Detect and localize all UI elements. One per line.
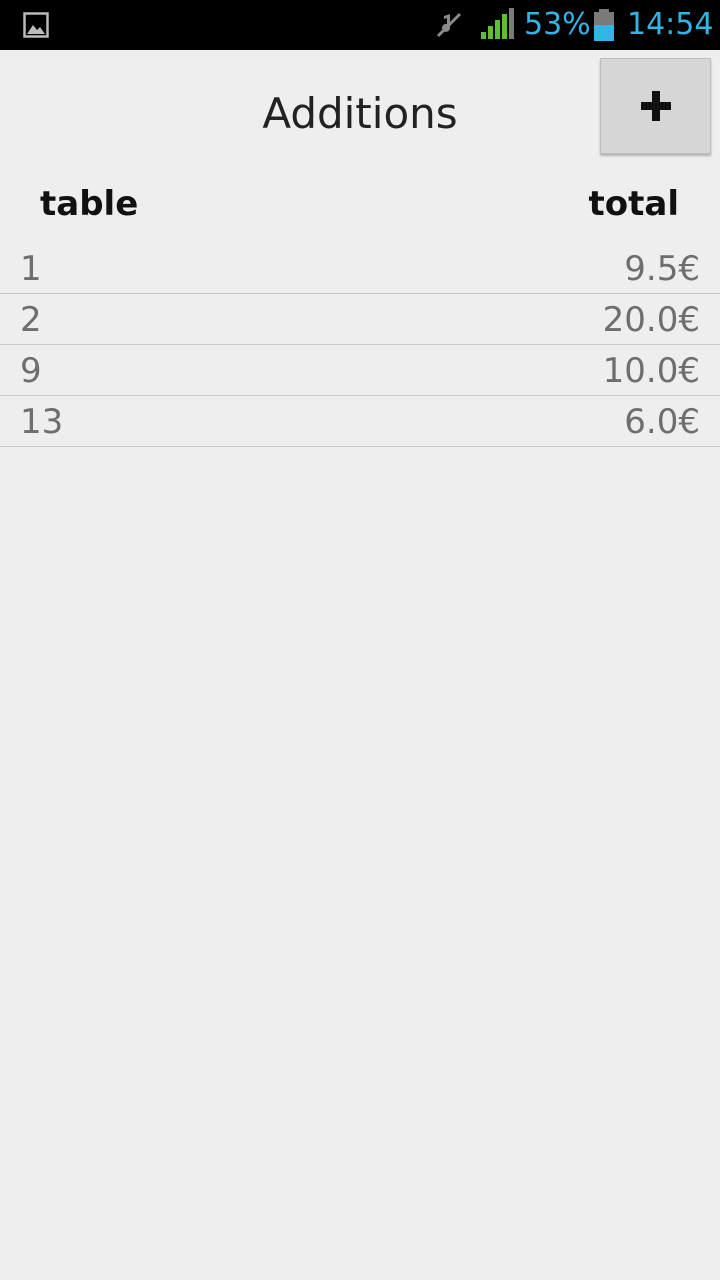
row-table-number: 13 [20,402,64,442]
table-row[interactable]: 2 20.0€ [0,294,720,345]
row-total: 10.0€ [602,351,700,391]
plus-icon [640,91,671,121]
additions-list: 1 9.5€ 2 20.0€ 9 10.0€ 13 6.0€ [0,243,720,447]
row-total: 20.0€ [602,300,700,340]
status-bar: 53% 14:54 [0,0,720,50]
row-table-number: 9 [20,351,42,391]
row-total: 9.5€ [624,249,700,289]
row-table-number: 1 [20,249,42,289]
row-table-number: 2 [20,300,42,340]
image-notification-icon [23,12,49,38]
battery-icon [594,9,614,41]
row-total: 6.0€ [624,402,700,442]
app-screen: 53% 14:54 Additions table total 1 9.5€ 2… [0,0,720,1280]
status-time: 14:54 [627,7,714,42]
table-row[interactable]: 9 10.0€ [0,345,720,396]
add-button[interactable] [600,58,711,154]
table-row[interactable]: 1 9.5€ [0,243,720,294]
signal-icon [481,8,514,39]
battery-percentage: 53% [524,7,591,42]
column-header-table: table [40,184,139,224]
mute-icon [436,12,462,38]
table-row[interactable]: 13 6.0€ [0,396,720,447]
column-header-total: total [588,184,679,224]
